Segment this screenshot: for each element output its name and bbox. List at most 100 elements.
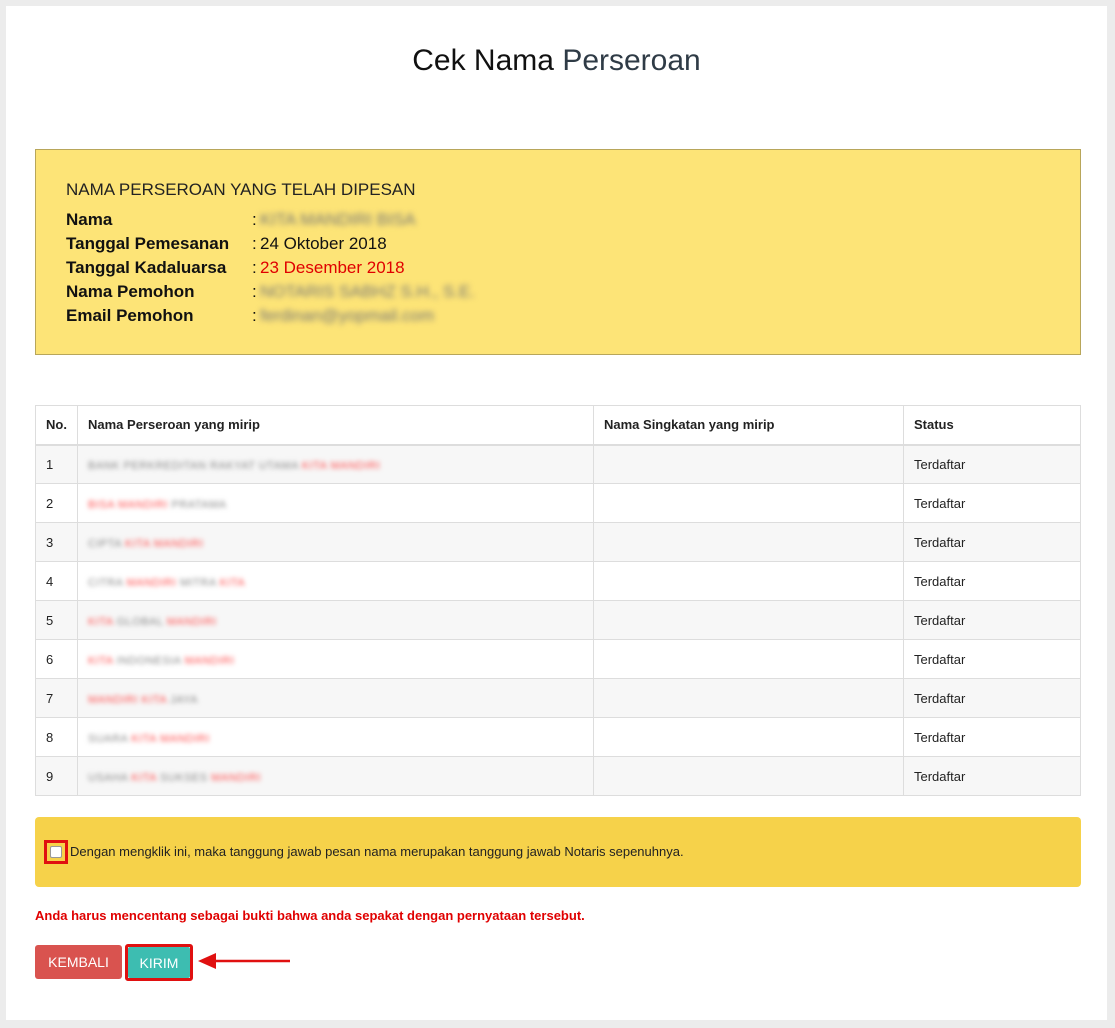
company-name-segment: INDONESIA bbox=[113, 654, 185, 667]
row-abbreviation bbox=[593, 600, 904, 640]
company-name-segment: MANDIRI bbox=[166, 615, 217, 628]
row-number: 8 bbox=[35, 717, 78, 757]
row-abbreviation bbox=[593, 756, 904, 796]
row-abbreviation bbox=[593, 444, 904, 484]
company-name-segment: PRATAMA bbox=[167, 498, 227, 511]
reserved-name-panel: NAMA PERSEROAN YANG TELAH DIPESAN Nama: K… bbox=[35, 149, 1081, 355]
company-name-segment: SUARA bbox=[88, 732, 132, 745]
table-row: 6 KITA INDONESIA MANDIRI Terdaftar bbox=[35, 639, 1081, 679]
row-company-name: KITA INDONESIA MANDIRI bbox=[77, 639, 594, 679]
row-company-name: KITA GLOBAL MANDIRI bbox=[77, 600, 594, 640]
reserved-row-colon: : bbox=[252, 282, 257, 301]
row-number: 2 bbox=[35, 483, 78, 523]
reserved-row-label: Nama Pemohon bbox=[66, 282, 195, 301]
page: Cek Nama Perseroan NAMA PERSEROAN YANG T… bbox=[6, 6, 1107, 1020]
company-name-segment: MANDIRI bbox=[126, 576, 177, 589]
reserved-row-colon: : bbox=[252, 306, 257, 325]
company-name-text: KITA GLOBAL MANDIRI bbox=[88, 616, 217, 628]
company-name-segment: KITA bbox=[131, 771, 157, 784]
row-status: Terdaftar bbox=[903, 483, 1081, 523]
table-row: 5 KITA GLOBAL MANDIRI Terdaftar bbox=[35, 600, 1081, 640]
company-name-segment: MANDIRI KITA bbox=[88, 693, 167, 706]
table-row: 8 SUARA KITA MANDIRI Terdaftar bbox=[35, 717, 1081, 757]
row-company-name: SUARA KITA MANDIRI bbox=[77, 717, 594, 757]
table-row: 3 CIPTA KITA MANDIRI Terdaftar bbox=[35, 522, 1081, 562]
company-name-segment: KITA MANDIRI bbox=[125, 537, 204, 550]
send-button[interactable]: KIRIM bbox=[128, 947, 190, 978]
agreement-text[interactable]: Dengan mengklik ini, maka tanggung jawab… bbox=[70, 844, 684, 859]
row-abbreviation bbox=[593, 483, 904, 523]
agreement-checkbox-highlight[interactable] bbox=[44, 840, 68, 864]
row-status: Terdaftar bbox=[903, 444, 1081, 484]
reserved-row-label: Email Pemohon bbox=[66, 306, 194, 325]
reserved-row: Nama: KITA MANDIRI BISA bbox=[66, 208, 416, 232]
row-company-name: BANK PERKREDITAN RAKYAT UTAMA KITA MANDI… bbox=[77, 444, 594, 484]
table-header-row: No. Nama Perseroan yang mirip Nama Singk… bbox=[35, 405, 1081, 446]
company-name-segment: MITRA bbox=[176, 576, 220, 589]
row-number: 7 bbox=[35, 678, 78, 718]
back-button[interactable]: KEMBALI bbox=[35, 945, 122, 979]
row-abbreviation bbox=[593, 678, 904, 718]
row-status: Terdaftar bbox=[903, 717, 1081, 757]
similar-names-table: No. Nama Perseroan yang mirip Nama Singk… bbox=[35, 405, 1081, 796]
row-company-name: USAHA KITA SUKSES MANDIRI bbox=[77, 756, 594, 796]
company-name-segment: BANK PERKREDITAN RAKYAT UTAMA bbox=[88, 459, 302, 472]
company-name-segment: MANDIRI bbox=[184, 654, 235, 667]
row-company-name: CITRA MANDIRI MITRA KITA bbox=[77, 561, 594, 601]
row-status: Terdaftar bbox=[903, 522, 1081, 562]
table-row: 9 USAHA KITA SUKSES MANDIRI Terdaftar bbox=[35, 756, 1081, 796]
company-name-text: USAHA KITA SUKSES MANDIRI bbox=[88, 772, 261, 784]
reserved-row-value: 24 Oktober 2018 bbox=[260, 234, 387, 253]
header-name: Nama Perseroan yang mirip bbox=[77, 405, 594, 446]
company-name-segment: CIPTA bbox=[88, 537, 126, 550]
reserved-row: Email Pemohon: ferdinan@yopmail.com bbox=[66, 304, 434, 328]
row-number: 5 bbox=[35, 600, 78, 640]
company-name-text: BANK PERKREDITAN RAKYAT UTAMA KITA MANDI… bbox=[88, 460, 380, 472]
page-title: Cek Nama Perseroan bbox=[6, 44, 1107, 78]
row-number: 1 bbox=[35, 444, 78, 484]
warning-message: Anda harus mencentang sebagai bukti bahw… bbox=[35, 908, 585, 923]
page-title-part2: Perseroan bbox=[562, 44, 701, 77]
company-name-segment: MANDIRI bbox=[211, 771, 262, 784]
row-status: Terdaftar bbox=[903, 678, 1081, 718]
reserved-row-value: NOTARIS SABHZ S.H., S.E. bbox=[260, 282, 476, 301]
header-status: Status bbox=[903, 405, 1081, 446]
company-name-segment: KITA MANDIRI bbox=[131, 732, 210, 745]
row-abbreviation bbox=[593, 639, 904, 679]
row-status: Terdaftar bbox=[903, 600, 1081, 640]
company-name-text: MANDIRI KITA JAYA bbox=[88, 694, 198, 706]
company-name-segment: JAYA bbox=[166, 693, 198, 706]
row-number: 9 bbox=[35, 756, 78, 796]
table-row: 2 BISA MANDIRI PRATAMA Terdaftar bbox=[35, 483, 1081, 523]
company-name-text: CITRA MANDIRI MITRA KITA bbox=[88, 577, 245, 589]
company-name-segment: SUKSES bbox=[156, 771, 212, 784]
company-name-text: KITA INDONESIA MANDIRI bbox=[88, 655, 235, 667]
reserved-row-value: 23 Desember 2018 bbox=[260, 258, 405, 277]
company-name-segment: KITA bbox=[88, 615, 114, 628]
table-row: 7 MANDIRI KITA JAYA Terdaftar bbox=[35, 678, 1081, 718]
reserved-row-colon: : bbox=[252, 210, 257, 229]
row-number: 3 bbox=[35, 522, 78, 562]
reserved-row-colon: : bbox=[252, 234, 257, 253]
company-name-segment: CITRA bbox=[88, 576, 127, 589]
row-status: Terdaftar bbox=[903, 639, 1081, 679]
row-company-name: BISA MANDIRI PRATAMA bbox=[77, 483, 594, 523]
reserved-row: Nama Pemohon: NOTARIS SABHZ S.H., S.E. bbox=[66, 280, 475, 304]
reserved-row: Tanggal Kadaluarsa:23 Desember 2018 bbox=[66, 256, 405, 280]
table-row: 1 BANK PERKREDITAN RAKYAT UTAMA KITA MAND… bbox=[35, 444, 1081, 484]
company-name-segment: KITA bbox=[88, 654, 114, 667]
company-name-text: BISA MANDIRI PRATAMA bbox=[88, 499, 227, 511]
agreement-checkbox[interactable] bbox=[50, 846, 62, 858]
row-number: 4 bbox=[35, 561, 78, 601]
company-name-segment: KITA MANDIRI bbox=[301, 459, 381, 472]
reserved-heading: NAMA PERSEROAN YANG TELAH DIPESAN bbox=[66, 180, 416, 199]
reserved-row-colon: : bbox=[252, 258, 257, 277]
row-abbreviation bbox=[593, 522, 904, 562]
agreement-panel: Dengan mengklik ini, maka tanggung jawab… bbox=[35, 817, 1081, 887]
reserved-row-label: Nama bbox=[66, 210, 113, 229]
reserved-row: Tanggal Pemesanan:24 Oktober 2018 bbox=[66, 232, 387, 256]
company-name-text: CIPTA KITA MANDIRI bbox=[88, 538, 204, 550]
company-name-text: SUARA KITA MANDIRI bbox=[88, 733, 210, 745]
company-name-segment: USAHA bbox=[88, 771, 132, 784]
row-status: Terdaftar bbox=[903, 756, 1081, 796]
